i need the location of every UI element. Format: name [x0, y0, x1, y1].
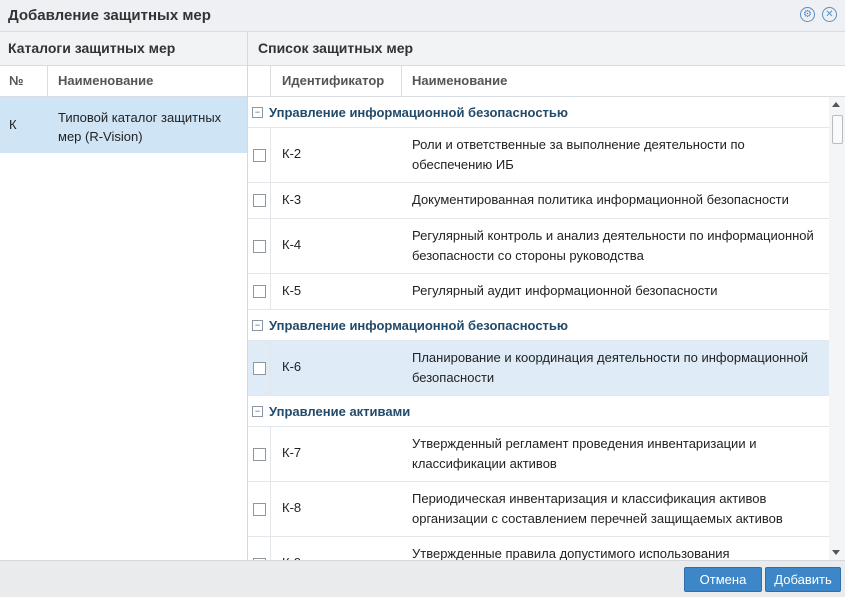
row-checkbox[interactable]	[253, 240, 266, 253]
table-row[interactable]: К-6 Планирование и координация деятельно…	[248, 341, 829, 396]
scroll-down-icon[interactable]	[832, 550, 840, 555]
measure-name: Планирование и координация деятельности …	[412, 350, 809, 385]
group-header[interactable]: − Управление информационной безопасность…	[248, 97, 829, 128]
measures-panel: Список защитных мер Идентификатор Наимен…	[248, 32, 845, 560]
settings-icon[interactable]: ⚙	[800, 7, 815, 22]
measure-name: Утвержденный регламент проведения инвент…	[412, 436, 757, 471]
measure-name: Периодическая инвентаризация и классифик…	[412, 491, 783, 526]
cell-divider	[270, 341, 271, 395]
table-row[interactable]: К-2 Роли и ответственные за выполнение д…	[248, 128, 829, 183]
collapse-icon[interactable]: −	[252, 320, 263, 331]
cell-divider	[270, 537, 271, 560]
measure-id: К-5	[282, 283, 302, 298]
catalogs-panel: Каталоги защитных мер № Наименование К Т…	[0, 32, 248, 560]
measure-id: К-3	[282, 192, 302, 207]
cell-divider	[270, 274, 271, 309]
close-icon[interactable]: ✕	[822, 7, 837, 22]
cell-divider	[270, 427, 271, 481]
row-checkbox[interactable]	[253, 194, 266, 207]
column-id[interactable]: Идентификатор	[282, 66, 384, 96]
group-header[interactable]: − Управление активами	[248, 396, 829, 427]
cell-divider	[270, 219, 271, 273]
group-title: Управление информационной безопасностью	[269, 105, 569, 120]
dialog-title-bar: Добавление защитных мер ⚙ ✕	[0, 0, 845, 32]
catalog-num: К	[9, 117, 17, 132]
measure-name: Утвержденные правила допустимого использ…	[412, 546, 730, 560]
measure-id: К-8	[282, 500, 302, 515]
row-checkbox[interactable]	[253, 362, 266, 375]
catalogs-header: Каталоги защитных мер	[0, 32, 247, 66]
group-title: Управление активами	[269, 404, 411, 419]
cell-divider	[270, 183, 271, 218]
row-checkbox[interactable]	[253, 503, 266, 516]
vertical-scrollbar[interactable]	[829, 97, 845, 560]
measures-list: − Управление информационной безопасность…	[248, 97, 829, 560]
dialog-footer: Отмена Добавить	[0, 560, 845, 597]
scroll-up-icon[interactable]	[832, 102, 840, 107]
measure-id: К-2	[282, 146, 302, 161]
group-header[interactable]: − Управление информационной безопасность…	[248, 310, 829, 341]
measure-id: К-4	[282, 237, 302, 252]
measure-name: Роли и ответственные за выполнение деяте…	[412, 137, 745, 172]
dialog-title: Добавление защитных мер	[8, 7, 211, 24]
add-button[interactable]: Добавить	[765, 567, 841, 592]
cell-divider	[270, 482, 271, 536]
scroll-thumb[interactable]	[832, 115, 843, 144]
measure-name: Регулярный контроль и анализ деятельност…	[412, 228, 814, 263]
collapse-icon[interactable]: −	[252, 406, 263, 417]
row-checkbox[interactable]	[253, 448, 266, 461]
column-divider[interactable]	[47, 66, 48, 96]
cell-divider	[270, 128, 271, 182]
catalog-name: Типовой каталог защитных мер (R-Vision)	[58, 110, 222, 144]
measure-name: Документированная политика информационно…	[412, 192, 789, 207]
catalog-row[interactable]: К Типовой каталог защитных мер (R-Vision…	[0, 97, 247, 153]
group-title: Управление информационной безопасностью	[269, 318, 569, 333]
catalogs-column-header: № Наименование	[0, 66, 247, 97]
table-row[interactable]: К-5 Регулярный аудит информационной безо…	[248, 274, 829, 310]
measure-id: К-7	[282, 445, 302, 460]
table-row[interactable]: К-7 Утвержденный регламент проведения ин…	[248, 427, 829, 482]
measures-column-header: Идентификатор Наименование	[248, 66, 845, 97]
column-divider[interactable]	[270, 66, 271, 96]
measure-name: Регулярный аудит информационной безопасн…	[412, 283, 718, 298]
cancel-button[interactable]: Отмена	[684, 567, 762, 592]
row-checkbox[interactable]	[253, 149, 266, 162]
column-name[interactable]: Наименование	[58, 66, 153, 96]
column-num[interactable]: №	[9, 66, 24, 96]
measure-id: К-6	[282, 359, 302, 374]
column-divider[interactable]	[401, 66, 402, 96]
column-name[interactable]: Наименование	[412, 66, 507, 96]
collapse-icon[interactable]: −	[252, 107, 263, 118]
measures-header: Список защитных мер	[248, 32, 845, 66]
table-row[interactable]: К-4 Регулярный контроль и анализ деятель…	[248, 219, 829, 274]
table-row[interactable]: К-3 Документированная политика информаци…	[248, 183, 829, 219]
table-row[interactable]: К-8 Периодическая инвентаризация и класс…	[248, 482, 829, 537]
table-row[interactable]: К-9 Утвержденные правила допустимого исп…	[248, 537, 829, 560]
row-checkbox[interactable]	[253, 285, 266, 298]
